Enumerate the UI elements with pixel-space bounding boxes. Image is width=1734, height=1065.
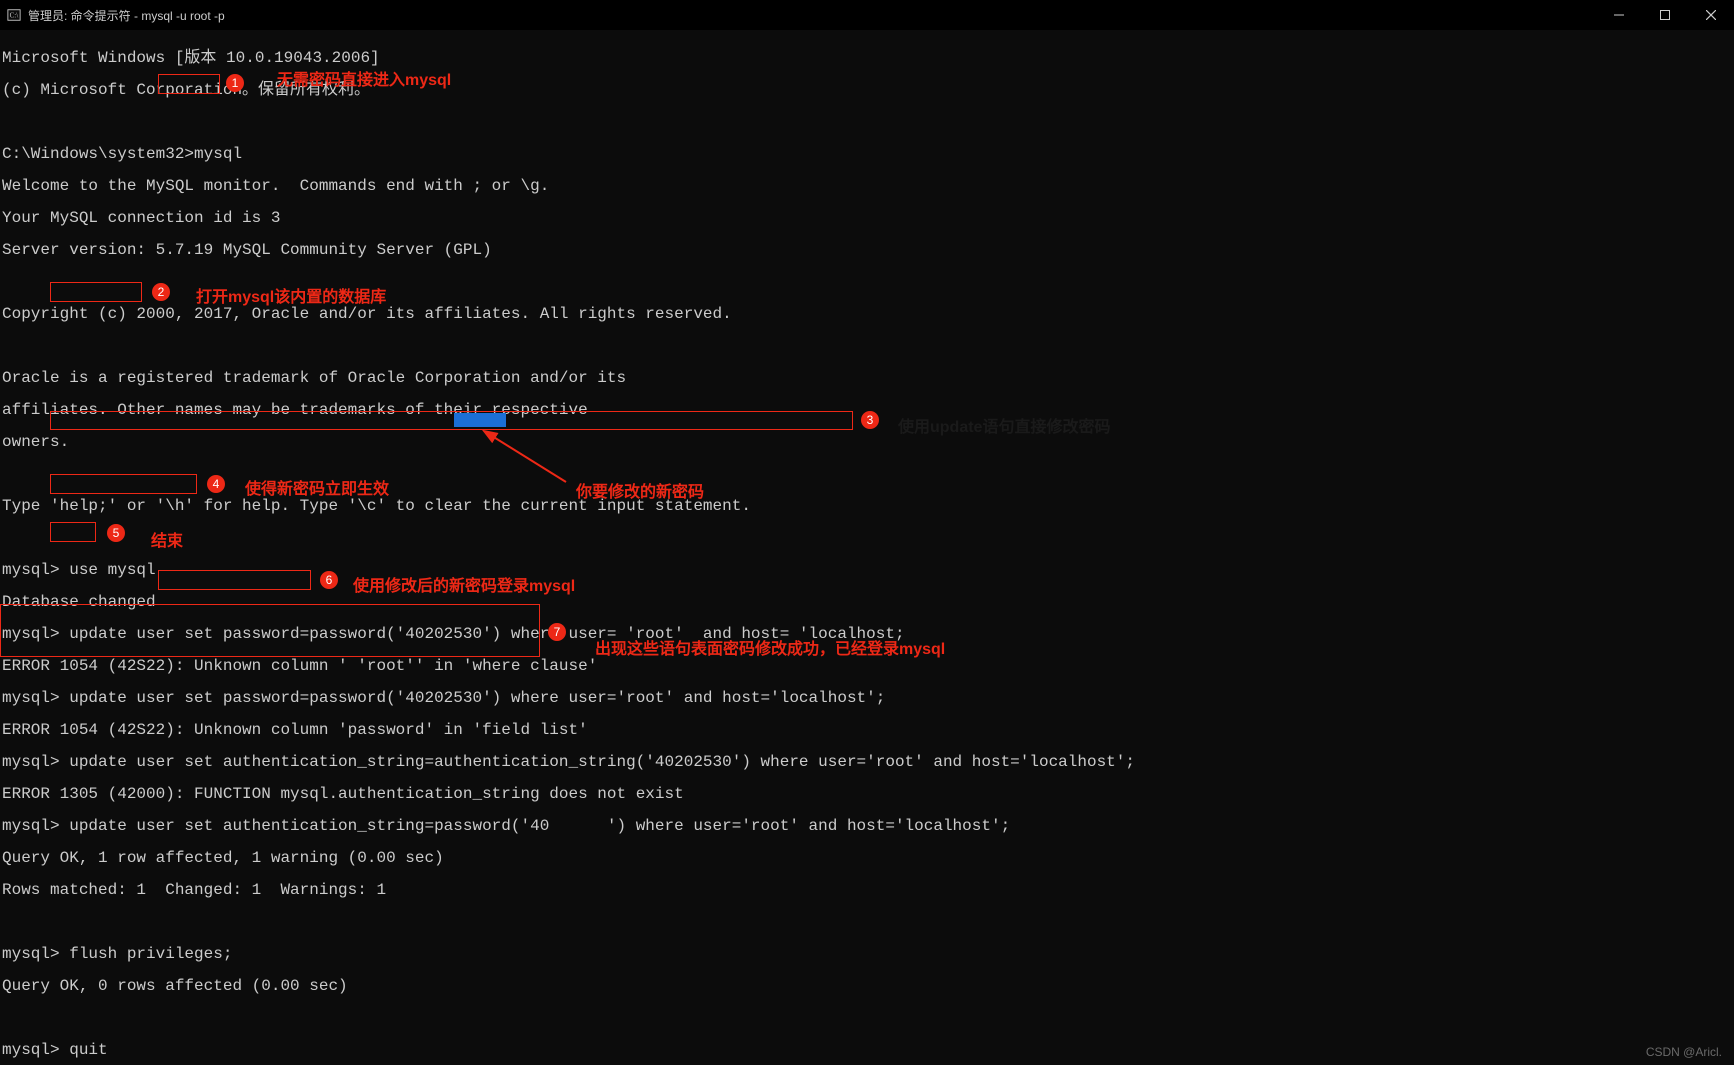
terminal-line: Rows matched: 1 Changed: 1 Warnings: 1 [2,882,1732,898]
terminal-line [2,1010,1732,1026]
terminal-line [2,274,1732,290]
titlebar-left: C:\ 管理员: 命令提示符 - mysql -u root -p [0,7,225,24]
terminal-line: Copyright (c) 2000, 2017, Oracle and/or … [2,306,1732,322]
terminal-line: Query OK, 1 row affected, 1 warning (0.0… [2,850,1732,866]
titlebar: C:\ 管理员: 命令提示符 - mysql -u root -p [0,0,1734,30]
terminal-line: ERROR 1054 (42S22): Unknown column 'pass… [2,722,1732,738]
terminal-line: mysql> quit [2,1042,1732,1058]
terminal-line: affiliates. Other names may be trademark… [2,402,1732,418]
terminal-line: mysql> update user set authentication_st… [2,754,1732,770]
terminal-line: Your MySQL connection id is 3 [2,210,1732,226]
cmd-icon: C:\ [6,7,22,23]
maximize-button[interactable] [1642,0,1688,30]
minimize-button[interactable] [1596,0,1642,30]
terminal-line [2,338,1732,354]
window-title: 管理员: 命令提示符 - mysql -u root -p [28,7,225,24]
terminal-line: Server version: 5.7.19 MySQL Community S… [2,242,1732,258]
terminal-line: Oracle is a registered trademark of Orac… [2,370,1732,386]
terminal-output[interactable]: Microsoft Windows [版本 10.0.19043.2006] (… [0,30,1734,1065]
svg-text:C:\: C:\ [10,12,19,20]
terminal-line: ERROR 1305 (42000): FUNCTION mysql.authe… [2,786,1732,802]
terminal-line: mysql> update user set password=password… [2,626,1732,642]
terminal-line [2,914,1732,930]
terminal-line: Database changed [2,594,1732,610]
terminal-line: ERROR 1054 (42S22): Unknown column ' 'ro… [2,658,1732,674]
terminal-line: owners. [2,434,1732,450]
terminal-line [2,466,1732,482]
terminal-line: mysql> update user set password=password… [2,690,1732,706]
terminal-line: (c) Microsoft Corporation。保留所有权利。 [2,82,1732,98]
watermark: CSDN @Aricl. [1646,1045,1722,1059]
terminal-line: Type 'help;' or '\h' for help. Type '\c'… [2,498,1732,514]
terminal-line [2,530,1732,546]
close-button[interactable] [1688,0,1734,30]
terminal-line: mysql> update user set authentication_st… [2,818,1732,834]
terminal-line: mysql> flush privileges; [2,946,1732,962]
terminal-line: mysql> use mysql [2,562,1732,578]
terminal-line: Microsoft Windows [版本 10.0.19043.2006] [2,50,1732,66]
terminal-line [2,114,1732,130]
window-controls [1596,0,1734,30]
terminal-line: C:\Windows\system32>mysql [2,146,1732,162]
terminal-line: Query OK, 0 rows affected (0.00 sec) [2,978,1732,994]
terminal-line: Welcome to the MySQL monitor. Commands e… [2,178,1732,194]
